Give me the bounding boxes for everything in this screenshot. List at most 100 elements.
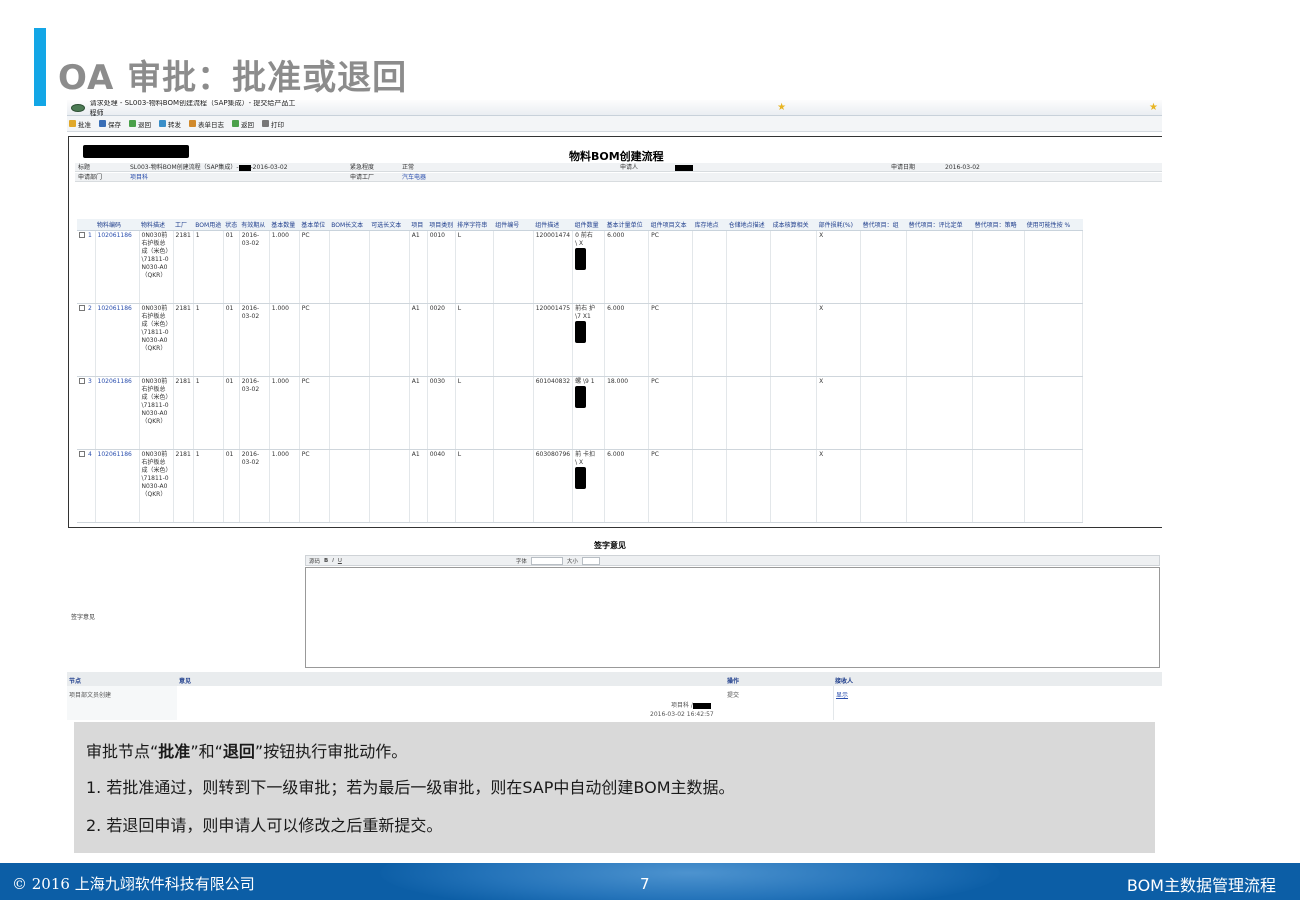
cell-empty xyxy=(726,230,772,304)
cell-cost: X xyxy=(816,376,862,450)
caption-line-2: 1. 若批准通过，则转到下一级审批；若为最后一级审批，则在SAP中自动创建BOM… xyxy=(86,778,735,797)
row-select-cell: 2 xyxy=(77,303,96,377)
cell-material: 102061186 xyxy=(95,230,140,304)
cell-empty xyxy=(329,376,370,450)
cell-empty xyxy=(329,303,370,377)
row-checkbox[interactable] xyxy=(79,305,85,311)
column-header: 组件项目文本 xyxy=(648,219,693,231)
cell-cost: X xyxy=(816,230,862,304)
cell-cost: X xyxy=(816,303,862,377)
cell-alt: A1 xyxy=(409,303,428,377)
column-header: 基本数量 xyxy=(269,219,300,231)
column-header: 工厂 xyxy=(173,219,194,231)
row-checkbox[interactable] xyxy=(79,378,85,384)
italic-button[interactable]: I xyxy=(332,558,334,564)
bom-header-row: 物料编码 物料描述 工厂 BOM用途 状态 有效期从 基本数量 基本单位 BOM长文本 可选长文本… xyxy=(77,219,1083,231)
signature-editor[interactable] xyxy=(305,567,1160,668)
meta-row-1: 标题 SL003-物料BOM创建流程（SAP集成）- -2016-03-02 紧急… xyxy=(75,163,1162,172)
cell-usage: 1 xyxy=(193,449,224,523)
cell-empty xyxy=(329,449,370,523)
table-row[interactable]: 2 102061186 0N030前右护板总成（米色）\71811-0N030-A0… xyxy=(77,303,1084,377)
redacted-subject xyxy=(238,164,251,171)
approve-button[interactable]: 批准 xyxy=(69,119,91,129)
cell-usage: 1 xyxy=(193,230,224,304)
log-icon xyxy=(189,120,196,127)
cell-empty xyxy=(692,303,728,377)
component-desc-text: 前右 护 \7 X1 xyxy=(575,304,596,320)
cell-plant: 2181 xyxy=(173,303,194,377)
cell-material: 102061186 xyxy=(95,303,140,377)
redacted-component xyxy=(575,247,587,270)
cell-empty xyxy=(692,230,728,304)
redacted-logo xyxy=(83,145,189,158)
bom-form: 物料BOM创建流程 标题 SL003-物料BOM创建流程（SAP集成）- -201… xyxy=(68,136,1162,528)
cell-empty xyxy=(329,230,370,304)
cell-empty xyxy=(369,449,410,523)
table-row[interactable]: 4 102061186 0N030前右护板总成（米色）\71811-0N030-A0… xyxy=(77,449,1084,523)
font-select[interactable] xyxy=(530,556,563,565)
cell-cat: L xyxy=(455,449,494,523)
cell-comp-unit: PC xyxy=(648,230,694,304)
cell-empty xyxy=(972,230,1026,304)
log-opinion-header: 意见 xyxy=(179,678,192,685)
form-log-button[interactable]: 表单日志 xyxy=(189,119,224,129)
print-button[interactable]: 打印 xyxy=(262,119,284,129)
bold-button[interactable]: B xyxy=(324,558,328,564)
cell-empty xyxy=(369,376,410,450)
column-header: 替代项目：评比定单 xyxy=(906,219,973,231)
row-index: 2 xyxy=(88,304,92,312)
signature-title: 签字意见 xyxy=(594,541,626,550)
cell-comp-qty: 6.000 xyxy=(604,449,650,523)
cell-empty xyxy=(726,449,772,523)
window-toolbar: 批准 保存 退回 转发 表单日志 返回 打印 xyxy=(67,116,1162,132)
form-title: 物料BOM创建流程 xyxy=(569,150,664,163)
favorite-icon[interactable]: ★ xyxy=(1149,102,1158,113)
column-header: 成本核算相关 xyxy=(770,219,817,231)
cell-usage: 1 xyxy=(193,303,224,377)
row-checkbox[interactable] xyxy=(79,451,85,457)
cell-empty xyxy=(770,230,818,304)
cell-empty xyxy=(1024,376,1084,450)
cell-comp-no: 120001474 xyxy=(533,230,574,304)
cell-comp-no: 120001475 xyxy=(533,303,574,377)
underline-button[interactable]: U xyxy=(338,558,342,564)
log-receiver-link[interactable]: 显示 xyxy=(836,690,848,699)
cell-status: 01 xyxy=(223,230,240,304)
footer-swoosh xyxy=(380,863,1000,900)
page-number: 7 xyxy=(640,875,650,893)
table-row[interactable]: 1 102061186 0N030前右护板总成（米色）\71811-0N030-A0… xyxy=(77,230,1084,304)
cell-cat: L xyxy=(455,230,494,304)
column-header: 物料编码 xyxy=(95,219,139,231)
forward-button[interactable]: 转发 xyxy=(159,119,181,129)
column-header: 状态 xyxy=(223,219,240,231)
column-header: 仓储地点描述 xyxy=(726,219,771,231)
save-button[interactable]: 保存 xyxy=(99,119,121,129)
subject-label: 标题 xyxy=(78,164,91,171)
column-header: 物料描述 xyxy=(139,219,173,231)
cell-empty xyxy=(1024,230,1084,304)
cell-plant: 2181 xyxy=(173,230,194,304)
cell-empty xyxy=(1024,303,1084,377)
signature-label: 签字意见 xyxy=(71,614,96,621)
size-select[interactable] xyxy=(581,556,600,565)
back-button[interactable]: 返回 xyxy=(232,119,254,129)
cell-empty xyxy=(692,376,728,450)
return-button[interactable]: 退回 xyxy=(129,119,151,129)
footer-topic: BOM主数据管理流程 xyxy=(1126,876,1276,895)
row-index: 4 xyxy=(88,450,92,458)
cell-empty xyxy=(369,303,410,377)
select-column-header xyxy=(77,219,95,231)
row-index: 3 xyxy=(88,377,92,385)
star-icon[interactable]: ★ xyxy=(777,102,786,113)
redacted-component xyxy=(575,466,587,489)
slide: OA 审批：批准或退回 请求处理 - SL003-物料BOM创建流程（SAP集成… xyxy=(0,0,1300,900)
row-checkbox[interactable] xyxy=(79,232,85,238)
cell-valid-from: 2016-03-02 xyxy=(239,303,270,377)
column-header: 库存地点 xyxy=(692,219,727,231)
cell-valid-from: 2016-03-02 xyxy=(239,230,270,304)
table-row[interactable]: 3 102061186 0N030前右护板总成（米色）\71811-0N030-A0… xyxy=(77,376,1084,450)
log-receiver-header: 接收人 xyxy=(835,678,854,685)
source-button[interactable]: 源码 xyxy=(309,557,320,565)
cell-desc: 0N030前右护板总成（米色）\71811-0N030-A0（QKR） xyxy=(139,230,174,304)
log-header: 节点 意见 操作 接收人 xyxy=(67,672,1162,686)
